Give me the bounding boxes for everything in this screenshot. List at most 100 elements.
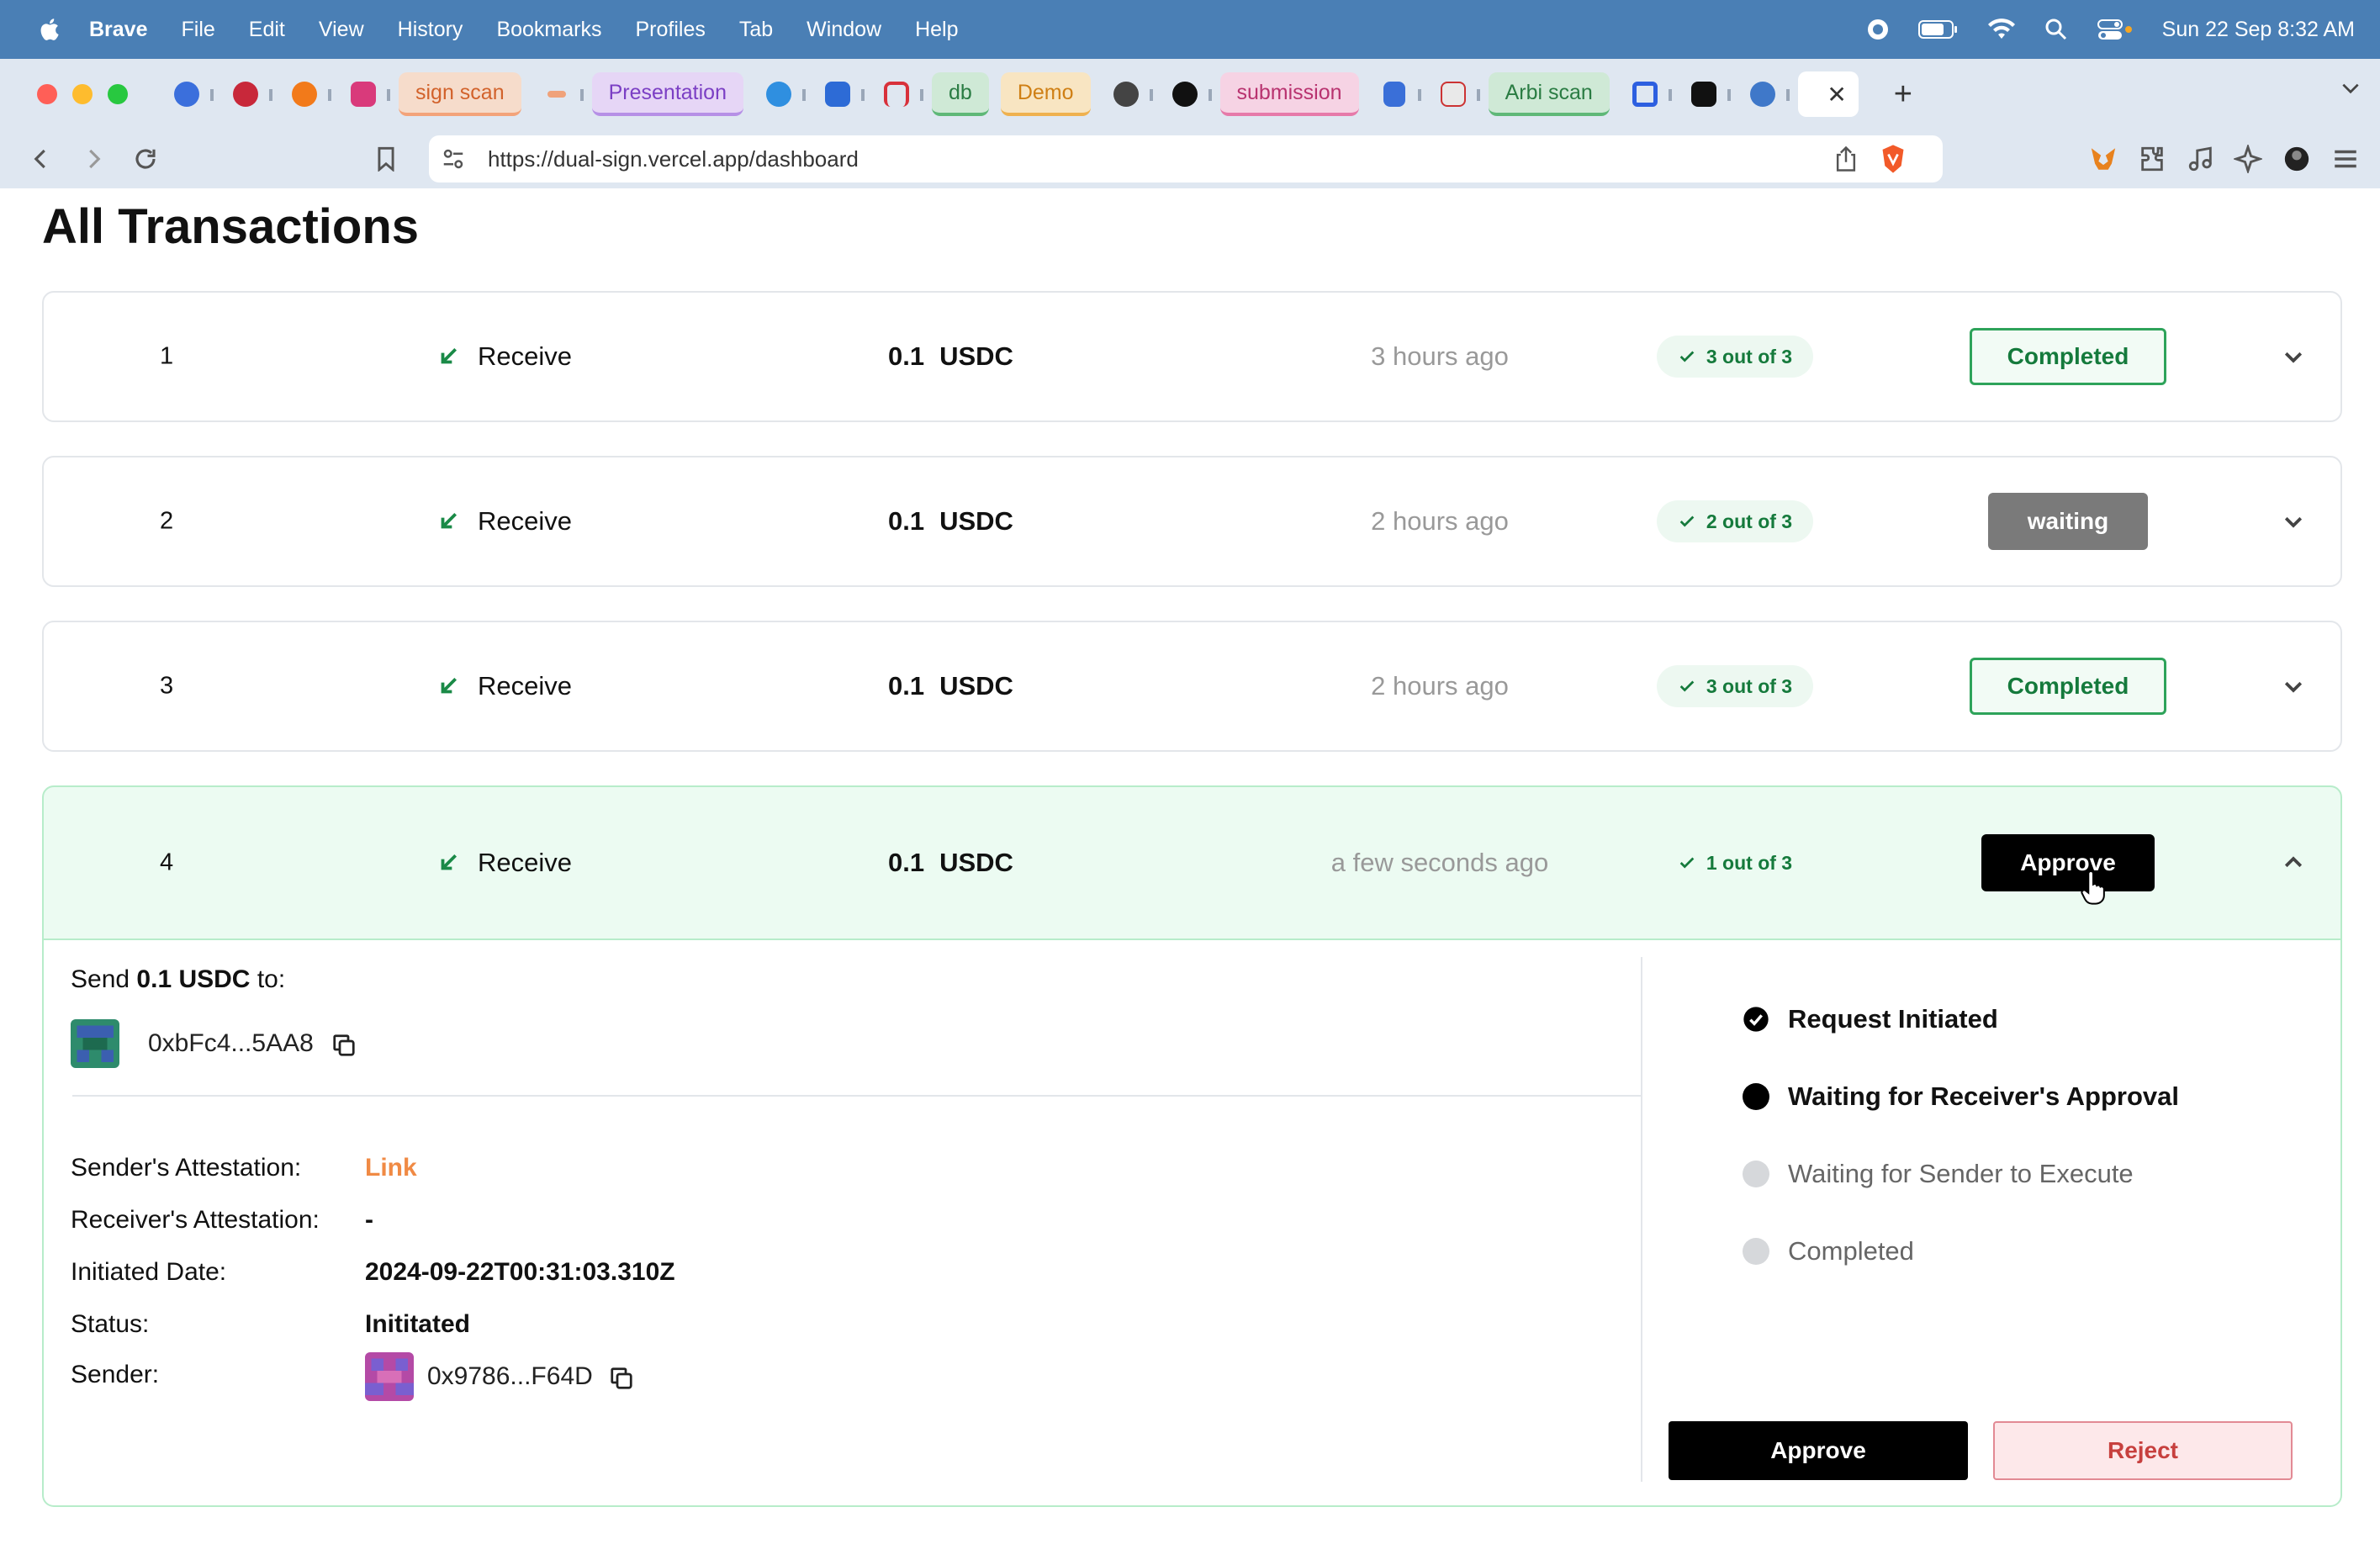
- menu-profiles[interactable]: Profiles: [635, 18, 705, 42]
- menu-edit[interactable]: Edit: [249, 18, 285, 42]
- leo-ai-sparkle-icon[interactable]: [2234, 145, 2262, 173]
- share-icon[interactable]: [1833, 145, 1859, 172]
- menu-view[interactable]: View: [319, 18, 364, 42]
- menu-help[interactable]: Help: [915, 18, 958, 42]
- tab-favicon-orange[interactable]: [281, 72, 331, 116]
- tab-favicon-board[interactable]: [814, 72, 865, 116]
- menu-window[interactable]: Window: [807, 18, 881, 42]
- link-icon: [547, 91, 566, 98]
- menu-bookmarks[interactable]: Bookmarks: [496, 18, 601, 42]
- chevron-down-icon[interactable]: [2281, 344, 2306, 369]
- reload-icon[interactable]: [133, 146, 158, 172]
- arrow-down-left-icon: [441, 677, 457, 694]
- board-icon: [825, 82, 850, 107]
- receiver-attestation-value: -: [365, 1206, 373, 1234]
- tab-favicon-signscan[interactable]: [533, 72, 584, 116]
- status-badge: waiting: [1988, 493, 2148, 550]
- tab-favicon-canva[interactable]: [755, 72, 806, 116]
- step-label: Request Initiated: [1788, 1004, 1998, 1034]
- tab-active[interactable]: ✕: [1797, 71, 1859, 117]
- tab-favicon-eye[interactable]: [1739, 72, 1790, 116]
- brave-shields-icon[interactable]: [1879, 144, 1907, 174]
- transaction-type-label: Receive: [478, 506, 572, 536]
- menu-clock[interactable]: Sun 22 Sep 8:32 AM: [2162, 18, 2355, 42]
- battery-icon[interactable]: [1917, 19, 1959, 40]
- menu-file[interactable]: File: [182, 18, 215, 42]
- back-icon[interactable]: [29, 146, 54, 172]
- transaction-amount: 0.1 USDC: [888, 506, 1013, 537]
- wifi-icon[interactable]: [1987, 19, 2016, 40]
- copy-icon[interactable]: [609, 1366, 634, 1391]
- new-tab-button[interactable]: +: [1894, 77, 1912, 113]
- forward-icon[interactable]: [81, 146, 106, 172]
- globe-icon: [1113, 82, 1139, 107]
- transaction-row[interactable]: 1 Receive 0.1 USDC 3 hours ago 3 out of 3…: [42, 291, 2342, 422]
- tab-favicon-globe[interactable]: [1103, 72, 1153, 116]
- tab-group-presentation[interactable]: Presentation: [591, 72, 743, 116]
- row-approve-button[interactable]: Approve: [1981, 834, 2155, 891]
- tab-favicon-dark[interactable]: [1680, 72, 1731, 116]
- tab-group-demo[interactable]: Demo: [1000, 72, 1091, 116]
- chevron-down-icon[interactable]: [2281, 509, 2306, 534]
- tab-favicon-red[interactable]: [873, 72, 923, 116]
- hand-pointer-icon: [2081, 871, 2105, 905]
- transaction-row[interactable]: 2 Receive 0.1 USDC 2 hours ago 2 out of 3…: [42, 456, 2342, 587]
- tab-favicon-hex[interactable]: [1621, 72, 1672, 116]
- apple-icon[interactable]: [37, 17, 61, 42]
- chevron-up-icon[interactable]: [2281, 850, 2306, 875]
- metamask-fox-icon[interactable]: [2089, 145, 2118, 173]
- approve-button[interactable]: Approve: [1669, 1421, 1968, 1480]
- transaction-id: 1: [160, 342, 174, 370]
- step-label: Completed: [1788, 1236, 1914, 1266]
- transaction-row[interactable]: 3 Receive 0.1 USDC 2 hours ago 3 out of 3…: [42, 621, 2342, 752]
- step-label: Waiting for Receiver's Approval: [1788, 1081, 2180, 1111]
- step-waiting-sender: Waiting for Sender to Execute: [1743, 1159, 2134, 1189]
- menu-tab[interactable]: Tab: [739, 18, 773, 42]
- transaction-amount: 0.1 USDC: [888, 671, 1013, 701]
- hamburger-menu-icon[interactable]: [2331, 145, 2360, 173]
- tab-favicon-blue-badge[interactable]: [163, 72, 214, 116]
- tab-group-db[interactable]: db: [932, 72, 989, 116]
- chevron-down-icon[interactable]: [2340, 77, 2361, 99]
- tab-favicon-github[interactable]: [1161, 72, 1212, 116]
- bookmark-icon[interactable]: [375, 146, 397, 172]
- tab-favicon-pink[interactable]: [340, 72, 390, 116]
- control-center-icon[interactable]: [2097, 18, 2134, 41]
- close-window-button[interactable]: [37, 84, 57, 104]
- tab-group-sign-scan[interactable]: sign scan: [399, 72, 521, 116]
- minimize-window-button[interactable]: [72, 84, 93, 104]
- transaction-row-expanded[interactable]: 4 Receive 0.1 USDC a few seconds ago 1 ou…: [42, 785, 2342, 940]
- tab-group-submission[interactable]: submission: [1219, 72, 1359, 116]
- profile-avatar-icon[interactable]: [2282, 145, 2311, 173]
- zoom-window-button[interactable]: [108, 84, 128, 104]
- transaction-type: Receive: [437, 848, 572, 878]
- menu-history[interactable]: History: [398, 18, 463, 42]
- music-note-icon[interactable]: [2187, 145, 2215, 173]
- tab-group-arbi-scan[interactable]: Arbi scan: [1488, 72, 1610, 116]
- check-icon: [1679, 857, 1695, 869]
- copy-icon[interactable]: [331, 1033, 357, 1058]
- tab-group-label: Arbi scan: [1505, 80, 1593, 104]
- signature-count: 1 out of 3: [1706, 851, 1793, 874]
- extensions-puzzle-icon[interactable]: [2138, 145, 2166, 173]
- app-icon: [1440, 82, 1466, 107]
- spotlight-search-icon[interactable]: [2044, 18, 2068, 41]
- check-icon: [1679, 516, 1695, 527]
- recipient-address: 0xbFc4...5AA8: [148, 1029, 314, 1057]
- amount-value: 0.1: [888, 506, 925, 536]
- chevron-down-icon[interactable]: [2281, 674, 2306, 699]
- sender-attestation-link[interactable]: Link: [365, 1154, 417, 1182]
- reject-button[interactable]: Reject: [1993, 1421, 2293, 1480]
- url-text[interactable]: https://dual-sign.vercel.app/dashboard: [488, 146, 859, 172]
- tab-favicon-multi[interactable]: [1430, 72, 1480, 116]
- screen-record-icon[interactable]: [1866, 18, 1890, 41]
- address-bar[interactable]: https://dual-sign.vercel.app/dashboard: [429, 135, 1943, 182]
- transaction-type: Receive: [437, 341, 572, 372]
- signature-count-badge: 3 out of 3: [1657, 336, 1813, 378]
- site-settings-icon[interactable]: [441, 146, 466, 172]
- tab-favicon-docs[interactable]: [1371, 72, 1421, 116]
- menu-app-brave[interactable]: Brave: [89, 18, 148, 42]
- tab-favicon-notifications[interactable]: [222, 72, 272, 116]
- transaction-id: 3: [160, 672, 174, 700]
- close-tab-icon[interactable]: ✕: [1827, 81, 1846, 108]
